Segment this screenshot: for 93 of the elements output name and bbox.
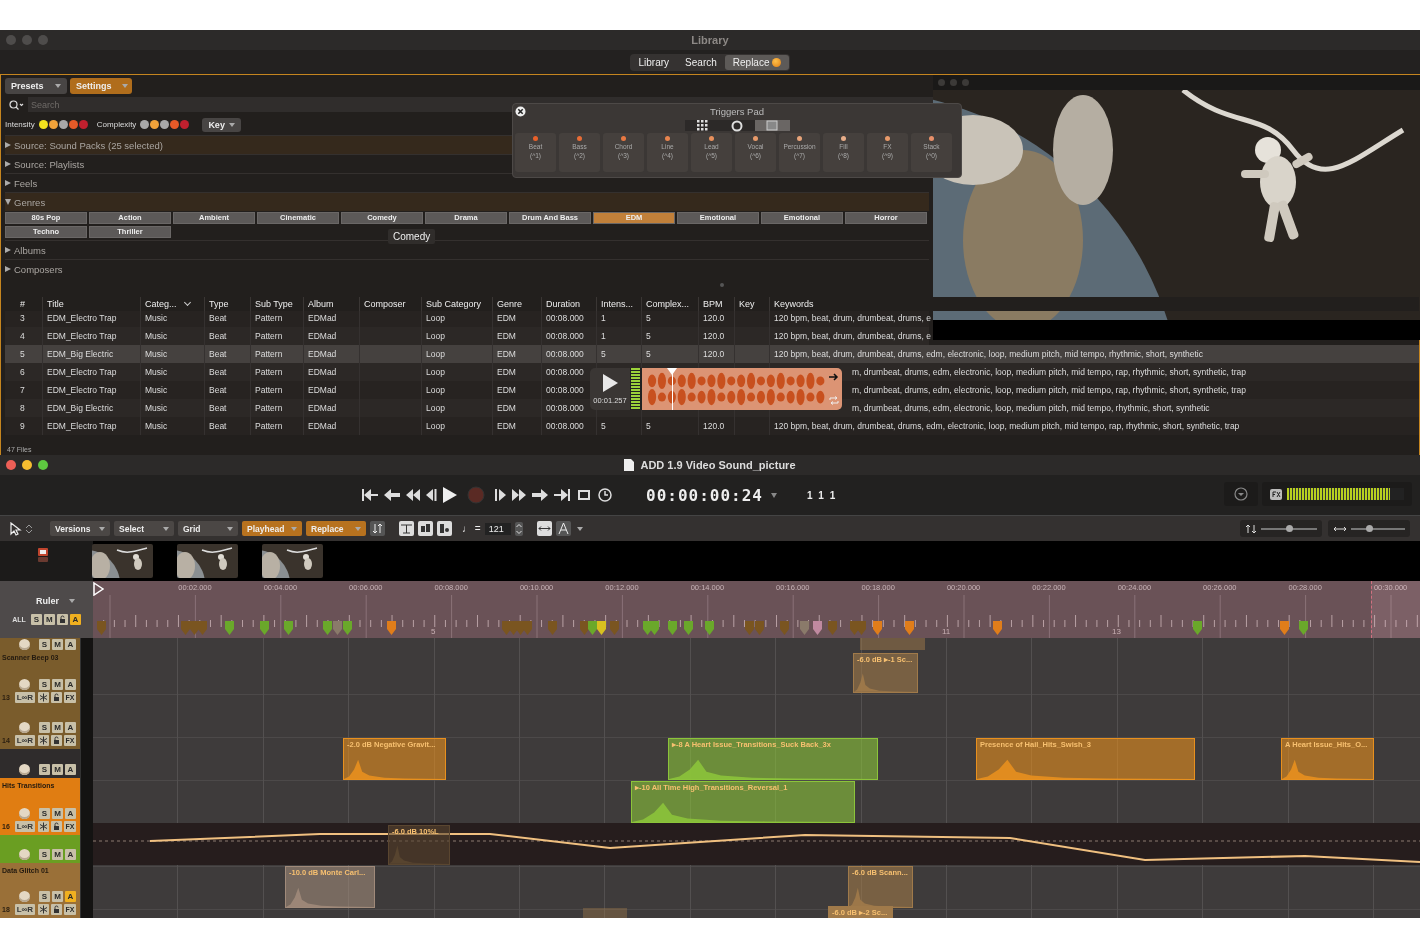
- table-cell: EDM: [497, 349, 516, 359]
- window-title: ADD 1.9 Video Sound_picture: [640, 459, 796, 471]
- table-cell: EDM_Big Electric: [47, 403, 114, 413]
- table-cell: Beat: [209, 331, 227, 341]
- table-cell: EDM_Electro Trap: [47, 331, 117, 341]
- table-cell: Pattern: [255, 367, 283, 377]
- bar-number: 5: [431, 627, 436, 636]
- complexity-label: Complexity: [96, 120, 137, 129]
- table-cell: EDM: [497, 385, 516, 395]
- table-cell: 5: [646, 349, 651, 359]
- table-cell: 1: [601, 313, 606, 323]
- table-cell: Beat: [209, 385, 227, 395]
- table-cell: 5: [20, 349, 25, 359]
- table-cell: 00:08.000: [546, 421, 584, 431]
- table-cell: 120 bpm, beat, drum, drumbeat, drums, edm, electronic, loop, medium pitch, mid tempo, rhythmic, short, synthetic: [774, 349, 1203, 359]
- table-cell: 120 bpm, beat, drum, drumbeat, drums, edm, electronic, loop, medium pitch, mid tempo, rap, rhythmic, short, synthetic, trap: [774, 421, 1240, 431]
- table-cell: EDM: [497, 331, 516, 341]
- table-cell: 120.0: [703, 349, 725, 359]
- table-cell: 5: [646, 421, 651, 431]
- table-cell: Music: [145, 367, 168, 377]
- table-cell: Loop: [426, 313, 445, 323]
- table-cell: EDMad: [308, 367, 337, 377]
- table-cell: 120.0: [703, 421, 725, 431]
- table-cell: Music: [145, 385, 168, 395]
- table-cell: 5: [601, 421, 606, 431]
- table-cell: EDM: [497, 367, 516, 377]
- window-title: Library: [691, 34, 729, 46]
- table-cell: EDMad: [308, 349, 337, 359]
- tooltip: Comedy: [388, 229, 436, 244]
- table-cell: 00:08.000: [546, 349, 584, 359]
- table-cell: Beat: [209, 349, 227, 359]
- table-cell: Pattern: [255, 313, 283, 323]
- table-cell: 120.0: [703, 313, 725, 323]
- table-cell: Pattern: [255, 421, 283, 431]
- table-cell: 4: [20, 331, 25, 341]
- table-cell: EDM: [497, 313, 516, 323]
- tempo-label: ♩ =: [462, 523, 481, 534]
- table-cell: Loop: [426, 349, 445, 359]
- table-cell: 5: [646, 331, 651, 341]
- table-cell: 6: [20, 367, 25, 377]
- table-cell: Music: [145, 331, 168, 341]
- table-cell: Music: [145, 421, 168, 431]
- table-cell: Music: [145, 403, 168, 413]
- table-cell: Loop: [426, 421, 445, 431]
- table-cell: EDM_Electro Trap: [47, 421, 117, 431]
- table-cell: Pattern: [255, 403, 283, 413]
- table-cell: Pattern: [255, 385, 283, 395]
- table-cell: 00:08.000: [546, 331, 584, 341]
- table-cell: EDM_Electro Trap: [47, 313, 117, 323]
- table-cell: EDM_Electro Trap: [47, 385, 117, 395]
- table-cell: EDMad: [308, 421, 337, 431]
- table-cell: m, drumbeat, drums, edm, electronic, loop, medium pitch, mid tempo, rap, rhythmic, short, synthetic, trap: [852, 385, 1246, 395]
- table-cell: Music: [145, 349, 168, 359]
- table-cell: 8: [20, 403, 25, 413]
- table-cell: 5: [601, 349, 606, 359]
- table-cell: 5: [646, 313, 651, 323]
- table-cell: EDMad: [308, 403, 337, 413]
- table-cell: EDMad: [308, 331, 337, 341]
- table-cell: 00:08.000: [546, 313, 584, 323]
- table-cell: Loop: [426, 367, 445, 377]
- table-cell: 120 bpm, beat, drum, drumbeat, drums, e: [774, 331, 931, 341]
- table-cell: Music: [145, 313, 168, 323]
- bar-position: 1 1 1: [806, 489, 836, 501]
- table-cell: EDM: [497, 421, 516, 431]
- table-cell: Beat: [209, 421, 227, 431]
- table-cell: 00:08.000: [546, 367, 584, 377]
- table-cell: EDM_Big Electric: [47, 349, 114, 359]
- table-cell: Loop: [426, 403, 445, 413]
- table-cell: m, drumbeat, drums, edm, electronic, loop, medium pitch, mid tempo, rhythmic, short, synthetic: [852, 403, 1210, 413]
- intensity-label: Intensity: [5, 120, 35, 129]
- table-cell: 1: [601, 331, 606, 341]
- table-cell: Loop: [426, 385, 445, 395]
- table-cell: m, drumbeat, drums, edm, electronic, loop, medium pitch, mid tempo, rap, rhythmic, short, synthetic, trap: [852, 367, 1246, 377]
- table-cell: 3: [20, 313, 25, 323]
- table-cell: 7: [20, 385, 25, 395]
- table-cell: 00:08.000: [546, 385, 584, 395]
- table-cell: Pattern: [255, 331, 283, 341]
- bar-number: 13: [1112, 627, 1121, 636]
- table-cell: EDMad: [308, 313, 337, 323]
- table-cell: 00:08.000: [546, 403, 584, 413]
- table-cell: Beat: [209, 367, 227, 377]
- table-cell: 120 bpm, beat, drum, drumbeat, drums, e: [774, 313, 931, 323]
- bar-number: 11: [942, 627, 951, 636]
- table-cell: Beat: [209, 403, 227, 413]
- table-cell: Loop: [426, 331, 445, 341]
- table-cell: 9: [20, 421, 25, 431]
- table-cell: EDMad: [308, 385, 337, 395]
- table-cell: EDM_Electro Trap: [47, 367, 117, 377]
- timecode-display: 00:00:00:24: [646, 485, 763, 505]
- table-cell: 120.0: [703, 331, 725, 341]
- table-cell: Beat: [209, 313, 227, 323]
- table-cell: Pattern: [255, 349, 283, 359]
- table-cell: EDM: [497, 403, 516, 413]
